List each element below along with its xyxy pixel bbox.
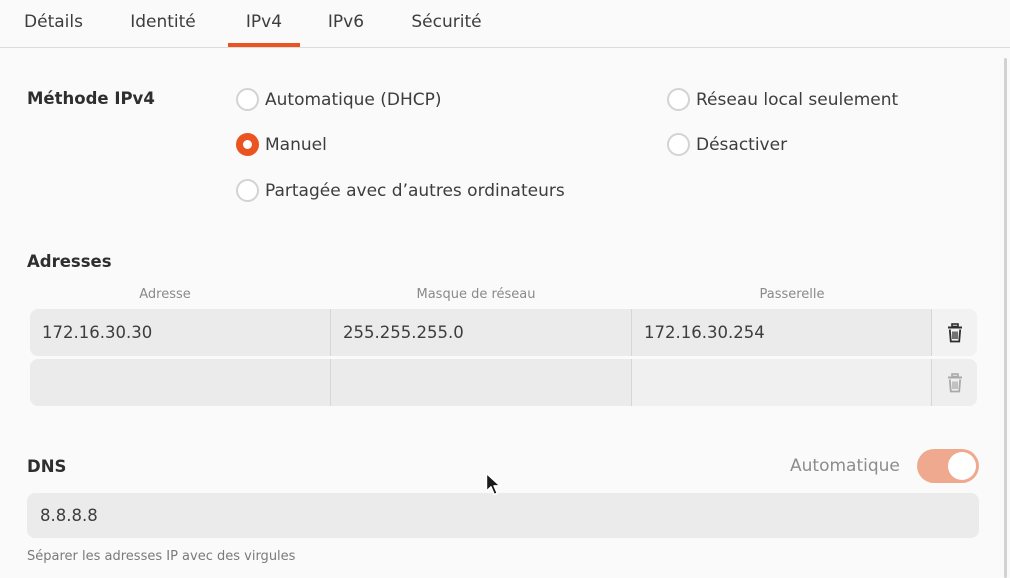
delete-row-button-disabled	[932, 359, 977, 406]
radio-label: Réseau local seulement	[696, 89, 899, 110]
trash-icon	[947, 372, 962, 392]
gateway-input[interactable]	[632, 359, 932, 406]
address-row-empty	[30, 359, 977, 406]
tab-bar: Détails Identité IPv4 IPv6 Sécurité	[0, 0, 1010, 48]
tab-security[interactable]: Sécurité	[409, 0, 484, 47]
radio-circle	[236, 88, 259, 111]
column-header-gateway: Passerelle	[759, 287, 825, 302]
method-label: Méthode IPv4	[27, 89, 155, 108]
radio-automatic-dhcp[interactable]: Automatique (DHCP)	[236, 88, 442, 111]
tab-details[interactable]: Détails	[22, 0, 85, 47]
address-input[interactable]: 172.16.30.30	[30, 309, 331, 356]
trash-icon	[947, 322, 962, 342]
column-header-netmask: Masque de réseau	[416, 287, 536, 302]
dns-label: DNS	[27, 457, 67, 476]
tab-ipv4[interactable]: IPv4	[228, 0, 300, 47]
radio-circle	[236, 133, 259, 156]
tab-ipv6[interactable]: IPv6	[326, 0, 366, 47]
radio-circle	[667, 133, 690, 156]
dns-automatic-label: Automatique	[790, 456, 900, 476]
radio-link-local[interactable]: Réseau local seulement	[667, 88, 898, 111]
radio-label: Automatique (DHCP)	[265, 89, 442, 110]
column-header-address: Adresse	[139, 287, 191, 302]
dns-input[interactable]: 8.8.8.8	[27, 493, 979, 538]
dns-automatic-toggle[interactable]	[917, 449, 979, 483]
dns-hint: Séparer les adresses IP avec des virgule…	[27, 549, 296, 564]
radio-shared[interactable]: Partagée avec d’autres ordinateurs	[236, 179, 565, 202]
radio-label: Partagée avec d’autres ordinateurs	[265, 180, 565, 201]
mouse-cursor-icon	[485, 472, 501, 496]
addresses-label: Adresses	[27, 252, 112, 271]
netmask-input[interactable]	[331, 359, 632, 406]
radio-manual[interactable]: Manuel	[236, 133, 327, 156]
scrollbar[interactable]	[1004, 58, 1007, 578]
radio-disable[interactable]: Désactiver	[667, 133, 787, 156]
delete-row-button[interactable]	[932, 309, 977, 356]
address-input[interactable]	[30, 359, 331, 406]
address-row: 172.16.30.30 255.255.255.0 172.16.30.254	[30, 309, 977, 356]
gateway-input[interactable]: 172.16.30.254	[632, 309, 932, 356]
toggle-knob	[948, 452, 976, 480]
netmask-input[interactable]: 255.255.255.0	[331, 309, 632, 356]
radio-circle	[236, 179, 259, 202]
radio-circle	[667, 88, 690, 111]
radio-label: Désactiver	[696, 134, 788, 155]
radio-label: Manuel	[265, 134, 327, 155]
tab-identity[interactable]: Identité	[127, 0, 199, 47]
